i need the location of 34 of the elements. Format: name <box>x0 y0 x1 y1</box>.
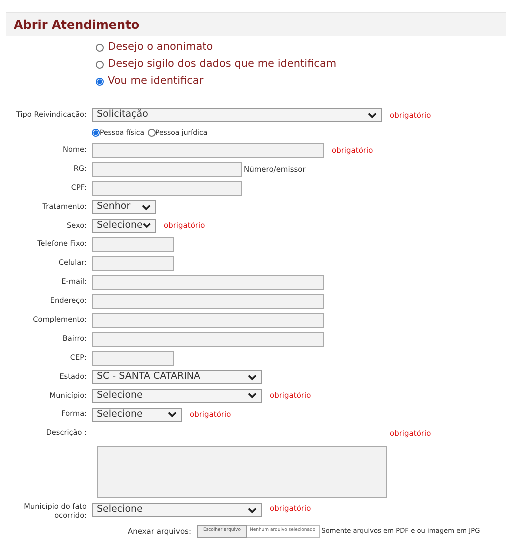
text-field[interactable] <box>92 294 324 309</box>
option-label: Desejo o anonimato <box>108 40 214 56</box>
text-field[interactable] <box>92 256 174 272</box>
dropdown[interactable]: Solicitação <box>92 108 382 122</box>
text-field[interactable] <box>92 275 324 290</box>
chevron-down-icon <box>168 411 177 418</box>
page-title: Abrir Atendimento <box>14 16 140 34</box>
chevron-down-icon <box>248 506 257 514</box>
text-field[interactable] <box>92 350 174 366</box>
radio-button[interactable] <box>92 128 100 137</box>
chevron-down-icon <box>142 222 151 230</box>
text-area[interactable] <box>97 446 387 498</box>
dropdown[interactable]: Selecione <box>92 408 182 422</box>
text-field[interactable] <box>92 312 324 328</box>
dropdown[interactable]: Selecione <box>92 388 262 403</box>
text-field[interactable] <box>92 332 324 347</box>
option-label: Vou me identificar <box>108 74 204 90</box>
dropdown[interactable]: SC - SANTA CATARINA <box>92 370 262 384</box>
radio-button[interactable] <box>96 44 104 52</box>
text-field[interactable] <box>92 162 242 177</box>
dropdown[interactable]: Senhor <box>92 200 156 214</box>
chevron-down-icon <box>142 204 151 210</box>
chevron-down-icon <box>248 392 257 400</box>
dropdown[interactable]: Selecione <box>92 218 156 233</box>
text-field[interactable] <box>92 142 324 158</box>
dropdown[interactable]: Selecione <box>92 503 262 518</box>
option-label: Desejo sigilo dos dados que me identificam <box>108 57 337 72</box>
text-field[interactable] <box>92 180 242 196</box>
radio-button[interactable] <box>96 61 104 69</box>
radio-button[interactable] <box>96 78 104 86</box>
radio-button[interactable] <box>148 128 156 137</box>
chevron-down-icon <box>248 374 257 381</box>
chevron-down-icon <box>368 112 377 119</box>
text-field[interactable] <box>92 237 174 252</box>
